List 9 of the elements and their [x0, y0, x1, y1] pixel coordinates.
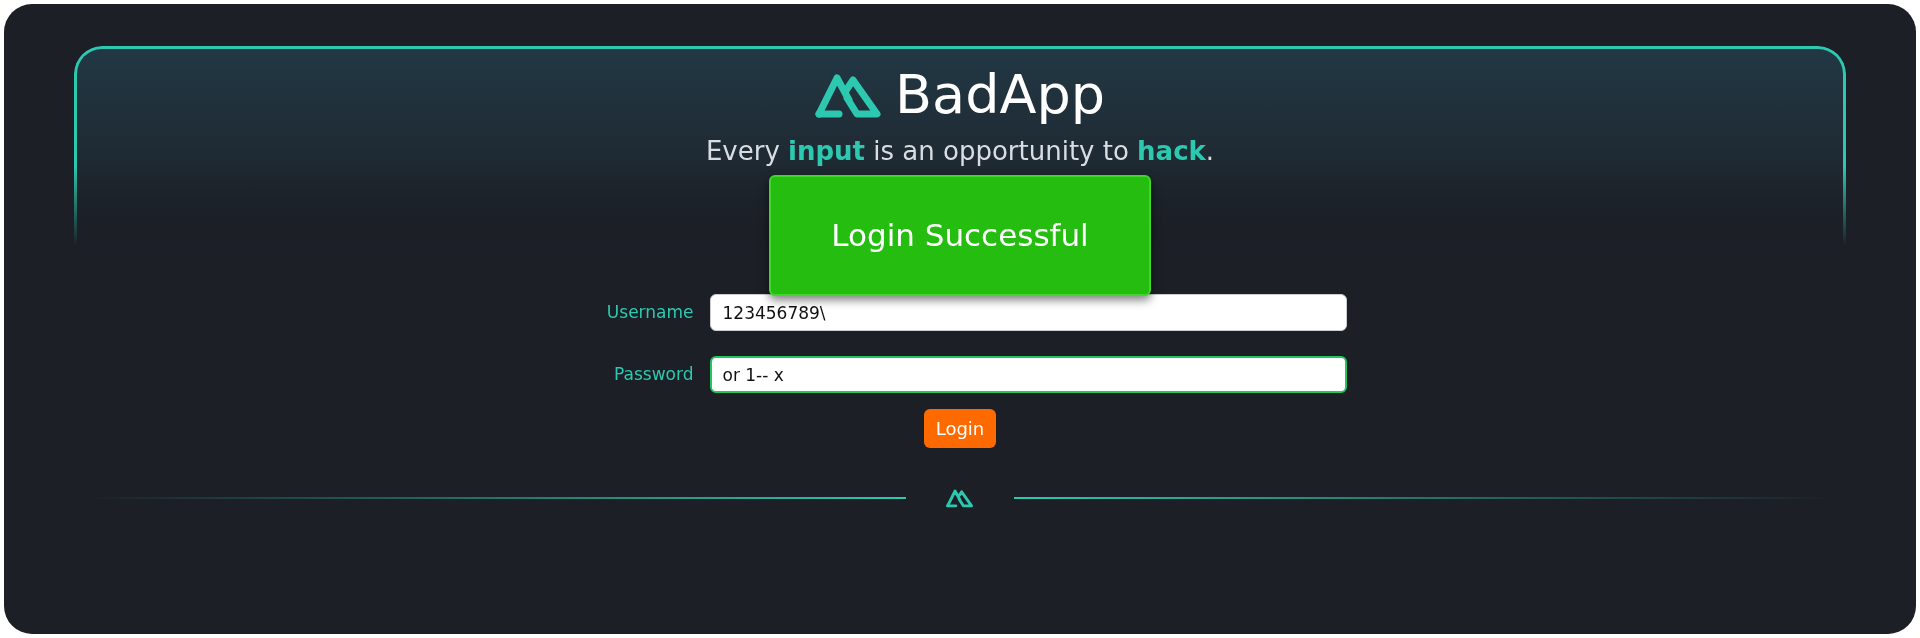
field-label: Password	[613, 362, 694, 386]
success-alert: Login Successful	[769, 175, 1151, 296]
logo-icon	[815, 72, 884, 118]
logo-icon	[946, 488, 974, 508]
input-field[interactable]: or 1-- x	[709, 356, 1347, 393]
tagline: Every input is an opportunity to hack.	[705, 135, 1215, 168]
input-field[interactable]: 123456789\	[709, 294, 1347, 331]
app-title: BadApp	[895, 68, 1105, 122]
field-label: Username	[605, 300, 694, 324]
